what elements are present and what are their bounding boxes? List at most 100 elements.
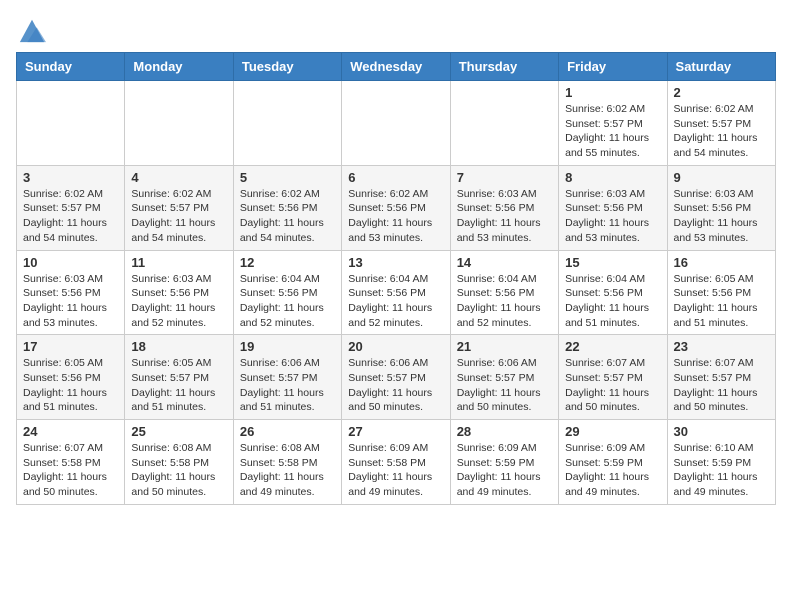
calendar-cell: 26 Sunrise: 6:08 AM Sunset: 5:58 PM Dayli… (233, 420, 341, 505)
day-info: Sunrise: 6:10 AM Sunset: 5:59 PM Dayligh… (674, 441, 769, 500)
day-number: 23 (674, 339, 769, 354)
calendar-cell: 20 Sunrise: 6:06 AM Sunset: 5:57 PM Dayli… (342, 335, 450, 420)
logo-icon (18, 16, 46, 44)
day-number: 6 (348, 170, 443, 185)
calendar-week-row: 24 Sunrise: 6:07 AM Sunset: 5:58 PM Dayli… (17, 420, 776, 505)
calendar-cell (125, 81, 233, 166)
day-number: 13 (348, 255, 443, 270)
day-number: 4 (131, 170, 226, 185)
day-header-monday: Monday (125, 53, 233, 81)
calendar-cell: 23 Sunrise: 6:07 AM Sunset: 5:57 PM Dayli… (667, 335, 775, 420)
calendar-cell (450, 81, 558, 166)
day-info: Sunrise: 6:07 AM Sunset: 5:57 PM Dayligh… (674, 356, 769, 415)
day-header-wednesday: Wednesday (342, 53, 450, 81)
day-number: 15 (565, 255, 660, 270)
day-number: 26 (240, 424, 335, 439)
calendar-cell: 30 Sunrise: 6:10 AM Sunset: 5:59 PM Dayli… (667, 420, 775, 505)
page-header (16, 16, 776, 40)
day-header-saturday: Saturday (667, 53, 775, 81)
day-number: 12 (240, 255, 335, 270)
day-info: Sunrise: 6:08 AM Sunset: 5:58 PM Dayligh… (131, 441, 226, 500)
calendar-cell: 28 Sunrise: 6:09 AM Sunset: 5:59 PM Dayli… (450, 420, 558, 505)
day-number: 16 (674, 255, 769, 270)
calendar-cell: 7 Sunrise: 6:03 AM Sunset: 5:56 PM Daylig… (450, 165, 558, 250)
day-number: 24 (23, 424, 118, 439)
day-info: Sunrise: 6:09 AM Sunset: 5:59 PM Dayligh… (565, 441, 660, 500)
calendar-cell: 27Sunrise: 6:09 AM Sunset: 5:58 PM Dayli… (342, 420, 450, 505)
day-number: 1 (565, 85, 660, 100)
calendar-header-row: SundayMondayTuesdayWednesdayThursdayFrid… (17, 53, 776, 81)
calendar-cell (342, 81, 450, 166)
day-info: Sunrise: 6:05 AM Sunset: 5:56 PM Dayligh… (23, 356, 118, 415)
calendar-cell: 25 Sunrise: 6:08 AM Sunset: 5:58 PM Dayli… (125, 420, 233, 505)
calendar-cell: 22 Sunrise: 6:07 AM Sunset: 5:57 PM Dayli… (559, 335, 667, 420)
day-info: Sunrise: 6:04 AM Sunset: 5:56 PM Dayligh… (565, 272, 660, 331)
day-number: 29 (565, 424, 660, 439)
day-info: Sunrise: 6:02 AM Sunset: 5:57 PM Dayligh… (565, 102, 660, 161)
day-info: Sunrise: 6:03 AM Sunset: 5:56 PM Dayligh… (131, 272, 226, 331)
day-info: Sunrise: 6:06 AM Sunset: 5:57 PM Dayligh… (240, 356, 335, 415)
calendar-cell: 16 Sunrise: 6:05 AM Sunset: 5:56 PM Dayli… (667, 250, 775, 335)
day-header-friday: Friday (559, 53, 667, 81)
calendar-week-row: 17Sunrise: 6:05 AM Sunset: 5:56 PM Dayli… (17, 335, 776, 420)
day-info: Sunrise: 6:03 AM Sunset: 5:56 PM Dayligh… (565, 187, 660, 246)
day-number: 3 (23, 170, 118, 185)
day-number: 22 (565, 339, 660, 354)
day-info: Sunrise: 6:07 AM Sunset: 5:58 PM Dayligh… (23, 441, 118, 500)
calendar-week-row: 3 Sunrise: 6:02 AM Sunset: 5:57 PM Daylig… (17, 165, 776, 250)
day-info: Sunrise: 6:02 AM Sunset: 5:56 PM Dayligh… (348, 187, 443, 246)
calendar-cell: 18Sunrise: 6:05 AM Sunset: 5:57 PM Dayli… (125, 335, 233, 420)
calendar-week-row: 10 Sunrise: 6:03 AM Sunset: 5:56 PM Dayli… (17, 250, 776, 335)
calendar-week-row: 1 Sunrise: 6:02 AM Sunset: 5:57 PM Daylig… (17, 81, 776, 166)
calendar-cell: 6 Sunrise: 6:02 AM Sunset: 5:56 PM Daylig… (342, 165, 450, 250)
day-number: 14 (457, 255, 552, 270)
day-number: 9 (674, 170, 769, 185)
calendar-cell: 15 Sunrise: 6:04 AM Sunset: 5:56 PM Dayli… (559, 250, 667, 335)
day-info: Sunrise: 6:08 AM Sunset: 5:58 PM Dayligh… (240, 441, 335, 500)
day-number: 21 (457, 339, 552, 354)
day-info: Sunrise: 6:03 AM Sunset: 5:56 PM Dayligh… (23, 272, 118, 331)
day-number: 25 (131, 424, 226, 439)
day-info: Sunrise: 6:09 AM Sunset: 5:59 PM Dayligh… (457, 441, 552, 500)
calendar-cell (17, 81, 125, 166)
calendar-cell: 21 Sunrise: 6:06 AM Sunset: 5:57 PM Dayli… (450, 335, 558, 420)
calendar-cell: 24 Sunrise: 6:07 AM Sunset: 5:58 PM Dayli… (17, 420, 125, 505)
calendar-cell: 5Sunrise: 6:02 AM Sunset: 5:56 PM Daylig… (233, 165, 341, 250)
day-info: Sunrise: 6:06 AM Sunset: 5:57 PM Dayligh… (457, 356, 552, 415)
day-number: 10 (23, 255, 118, 270)
calendar-cell: 14Sunrise: 6:04 AM Sunset: 5:56 PM Dayli… (450, 250, 558, 335)
day-number: 20 (348, 339, 443, 354)
day-number: 11 (131, 255, 226, 270)
calendar-cell (233, 81, 341, 166)
day-info: Sunrise: 6:02 AM Sunset: 5:57 PM Dayligh… (674, 102, 769, 161)
calendar-cell: 29 Sunrise: 6:09 AM Sunset: 5:59 PM Dayli… (559, 420, 667, 505)
calendar-cell: 17Sunrise: 6:05 AM Sunset: 5:56 PM Dayli… (17, 335, 125, 420)
logo (16, 16, 46, 40)
day-number: 2 (674, 85, 769, 100)
day-info: Sunrise: 6:04 AM Sunset: 5:56 PM Dayligh… (348, 272, 443, 331)
day-number: 28 (457, 424, 552, 439)
day-info: Sunrise: 6:05 AM Sunset: 5:56 PM Dayligh… (674, 272, 769, 331)
day-number: 18 (131, 339, 226, 354)
day-info: Sunrise: 6:06 AM Sunset: 5:57 PM Dayligh… (348, 356, 443, 415)
calendar-cell: 1 Sunrise: 6:02 AM Sunset: 5:57 PM Daylig… (559, 81, 667, 166)
calendar-cell: 2 Sunrise: 6:02 AM Sunset: 5:57 PM Daylig… (667, 81, 775, 166)
calendar-cell: 11 Sunrise: 6:03 AM Sunset: 5:56 PM Dayli… (125, 250, 233, 335)
calendar-cell: 13 Sunrise: 6:04 AM Sunset: 5:56 PM Dayli… (342, 250, 450, 335)
day-number: 8 (565, 170, 660, 185)
day-info: Sunrise: 6:03 AM Sunset: 5:56 PM Dayligh… (457, 187, 552, 246)
day-info: Sunrise: 6:09 AM Sunset: 5:58 PM Dayligh… (348, 441, 443, 500)
day-info: Sunrise: 6:02 AM Sunset: 5:57 PM Dayligh… (131, 187, 226, 246)
calendar-cell: 19Sunrise: 6:06 AM Sunset: 5:57 PM Dayli… (233, 335, 341, 420)
day-header-tuesday: Tuesday (233, 53, 341, 81)
calendar-cell: 9Sunrise: 6:03 AM Sunset: 5:56 PM Daylig… (667, 165, 775, 250)
calendar-cell: 12 Sunrise: 6:04 AM Sunset: 5:56 PM Dayli… (233, 250, 341, 335)
calendar-cell: 8 Sunrise: 6:03 AM Sunset: 5:56 PM Daylig… (559, 165, 667, 250)
day-info: Sunrise: 6:04 AM Sunset: 5:56 PM Dayligh… (240, 272, 335, 331)
day-number: 7 (457, 170, 552, 185)
calendar-cell: 10 Sunrise: 6:03 AM Sunset: 5:56 PM Dayli… (17, 250, 125, 335)
day-info: Sunrise: 6:07 AM Sunset: 5:57 PM Dayligh… (565, 356, 660, 415)
day-header-thursday: Thursday (450, 53, 558, 81)
calendar-cell: 3Sunrise: 6:02 AM Sunset: 5:57 PM Daylig… (17, 165, 125, 250)
day-number: 30 (674, 424, 769, 439)
